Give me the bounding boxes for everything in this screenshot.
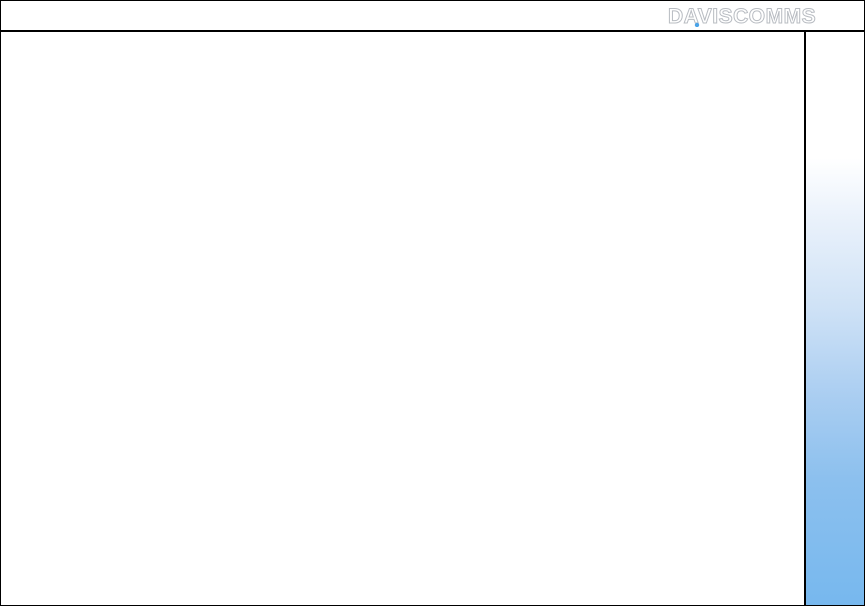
logo-text: DAVISCOMMS	[668, 5, 816, 27]
logo-graphic: DAVISCOMMS	[668, 5, 816, 27]
logo-dot-icon	[694, 22, 700, 27]
side-gradient-panel	[804, 32, 864, 605]
daviscomms-logo: DAVISCOMMS	[668, 5, 858, 27]
title-bar: DAVISCOMMS	[1, 1, 864, 32]
app-window: DAVISCOMMS	[0, 0, 865, 606]
main-content-area	[1, 32, 804, 605]
